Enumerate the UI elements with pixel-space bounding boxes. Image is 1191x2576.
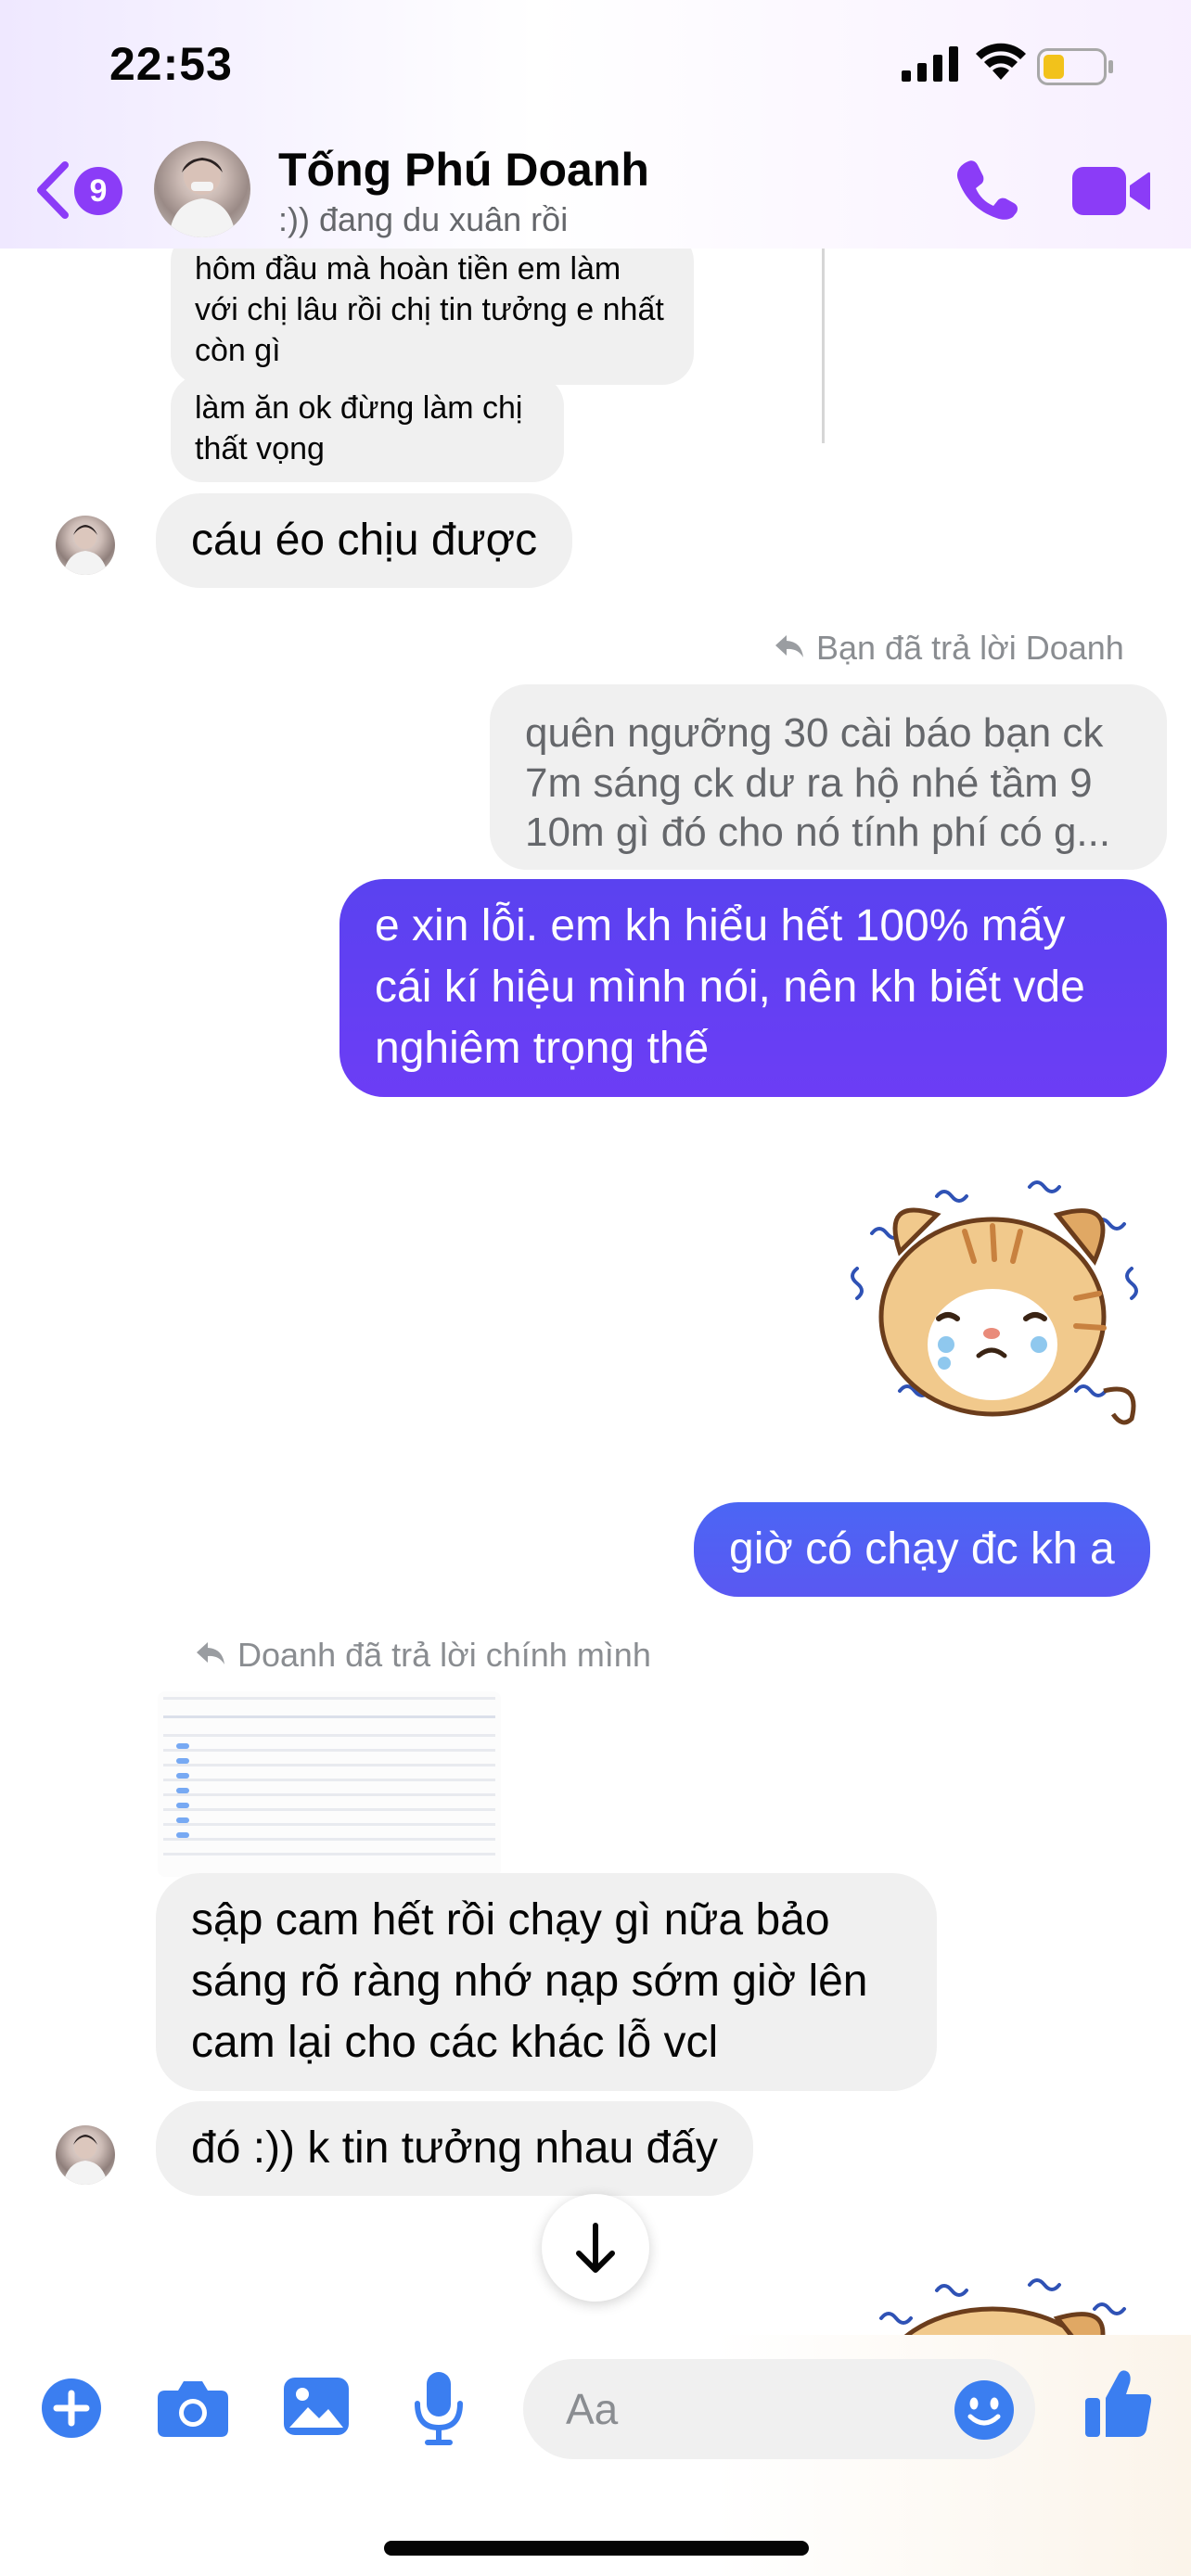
reply-label: Doanh đã trả lời chính mình [195,1636,651,1675]
avatar-photo [63,525,108,575]
wifi-icon [976,43,1026,80]
message-text: đó :)) k tin tưởng nhau đấy [191,2123,718,2173]
signal-icon [902,46,958,82]
message-list[interactable]: hôm đầu mà hoàn tiền em làm với chị lâu … [0,249,1191,2335]
image-icon[interactable] [284,2378,349,2435]
reply-label: Bạn đã trả lời Doanh [774,629,1124,668]
message-text: hôm đầu mà hoàn tiền em làm với chị lâu … [195,251,664,369]
contact-status: :)) đang du xuân rồi [278,200,569,238]
home-indicator [384,2541,809,2556]
message-input[interactable]: Aa [523,2359,1035,2459]
thumb-row [163,1715,495,1718]
plus-icon[interactable] [41,2378,102,2439]
thumb-row [163,1779,495,1781]
thumb-toggle [176,1743,189,1749]
quoted-text: quên ngưỡng 30 cài báo bạn ck 7m sáng ck… [525,710,1111,856]
thumb-row [163,1734,495,1737]
scroll-to-bottom-button[interactable] [542,2194,649,2302]
reply-arrow-icon [774,629,805,668]
outgoing-message[interactable]: giờ có chạy đc kh a [694,1502,1150,1598]
thumb-row [163,1749,495,1752]
thumb-row [163,1793,495,1796]
chevron-left-icon [37,161,69,219]
thumb-row [163,1697,495,1700]
thumb-toggle [176,1758,189,1764]
thumb-toggle [176,1788,189,1793]
conversation-header: 22:53 9 Tống Phú Doanh:)) đang du xuân … [0,0,1191,249]
avatar-photo [169,158,236,237]
thumb-row [163,1838,495,1841]
message-input-placeholder: Aa [566,2385,619,2433]
emoji-icon[interactable] [954,2379,1015,2441]
back-button[interactable]: 9 [33,158,135,223]
sender-avatar[interactable] [56,2125,115,2185]
quoted-message[interactable]: quên ngưỡng 30 cài báo bạn ck 7m sáng ck… [490,684,1167,870]
phone-icon[interactable] [955,158,1018,221]
thumb-row [163,1853,495,1855]
contact-avatar[interactable] [154,141,250,237]
reply-label-text: Bạn đã trả lời Doanh [816,629,1124,667]
thumb-toggle [176,1817,189,1823]
microphone-icon[interactable] [414,2372,464,2446]
outgoing-message[interactable]: e xin lỗi. em kh hiểu hết 100% mấy cái k… [339,879,1167,1097]
status-bar: 22:53 [0,0,1191,139]
sender-avatar[interactable] [56,516,115,575]
avatar-photo [63,2135,108,2185]
video-camera-icon[interactable] [1072,163,1150,219]
thread-divider-line [822,249,825,443]
contact-name[interactable]: Tống Phú Doanh [278,143,649,197]
message-text: cáu éo chịu được [191,516,538,565]
incoming-message[interactable]: sập cam hết rồi chạy gì nữa bảo sáng rõ … [156,1873,937,2091]
thumbs-up-icon[interactable] [1085,2368,1152,2439]
message-text: làm ăn ok đừng làm chị thất vọng [195,390,523,467]
thumb-row [163,1764,495,1766]
unread-badge: 9 [74,167,122,215]
arrow-down-icon [576,2223,615,2273]
status-time: 22:53 [109,38,233,90]
message-composer: Aa [0,2335,1191,2576]
crying-cat-sticker[interactable] [844,1159,1159,1437]
message-text: giờ có chạy đc kh a [729,1524,1115,1574]
sticker-partial[interactable] [844,2263,1159,2335]
thumb-toggle [176,1803,189,1808]
reply-label-text: Doanh đã trả lời chính mình [237,1636,651,1674]
quoted-screenshot-thumbnail[interactable] [158,1691,501,1877]
message-text: sập cam hết rồi chạy gì nữa bảo sáng rõ … [191,1895,868,2068]
incoming-message[interactable]: làm ăn ok đừng làm chị thất vọng [171,375,564,483]
camera-icon[interactable] [158,2379,228,2437]
thumb-toggle [176,1832,189,1838]
thumb-row [163,1823,495,1826]
message-text: e xin lỗi. em kh hiểu hết 100% mấy cái k… [375,901,1085,1074]
incoming-message[interactable]: hôm đầu mà hoàn tiền em làm với chị lâu … [171,249,694,385]
incoming-message[interactable]: đó :)) k tin tưởng nhau đấy [156,2101,753,2197]
battery-icon [1037,48,1113,85]
thumb-row [163,1808,495,1811]
thumb-toggle [176,1773,189,1779]
incoming-message[interactable]: cáu éo chịu được [156,493,573,589]
reply-arrow-icon [195,1636,226,1675]
